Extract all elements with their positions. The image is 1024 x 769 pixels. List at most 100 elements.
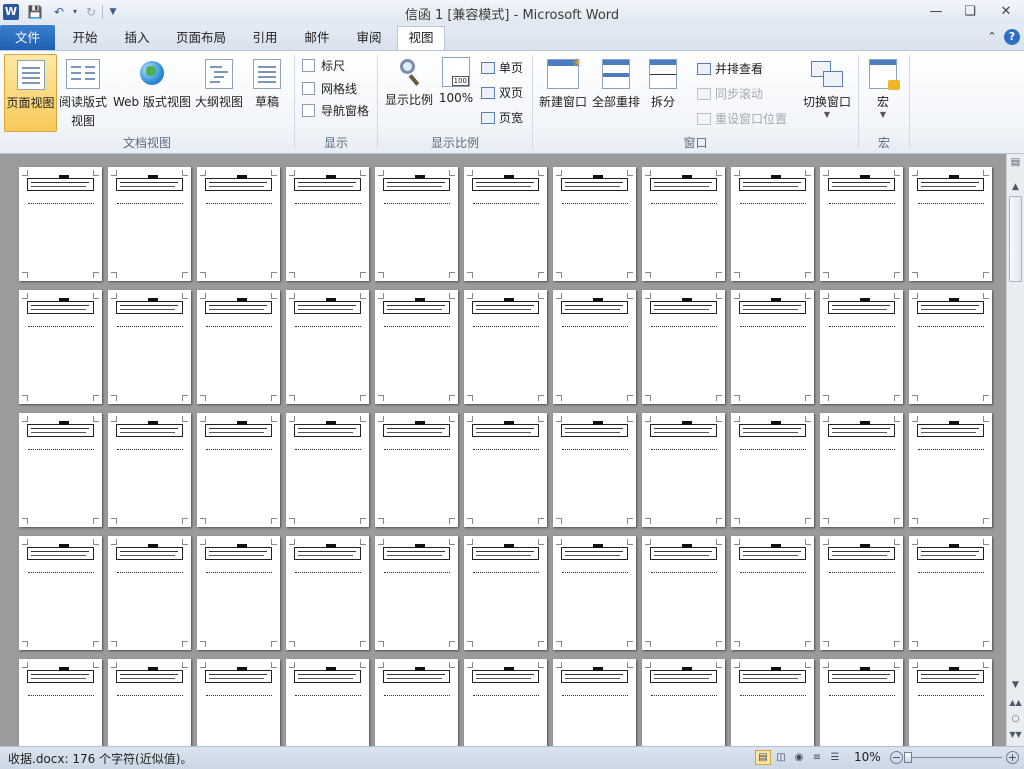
browse-object-icon[interactable]: ○ xyxy=(1009,712,1022,726)
tab-file[interactable]: 文件 xyxy=(0,25,55,50)
outline-view-icon[interactable]: ≡ xyxy=(809,750,825,765)
draft-view-icon[interactable]: ☰ xyxy=(827,750,843,765)
page-thumbnail[interactable] xyxy=(553,413,636,527)
tab-home[interactable]: 开始 xyxy=(62,27,108,49)
gridlines-checkbox[interactable]: 网格线 xyxy=(302,80,357,97)
page-thumbnail[interactable] xyxy=(731,167,814,281)
page-thumbnail[interactable] xyxy=(108,659,191,746)
split-button[interactable]: 拆分 xyxy=(642,54,684,132)
web-layout-button[interactable]: Web 版式视图 xyxy=(110,54,194,132)
page-thumbnail[interactable] xyxy=(19,413,102,527)
new-window-button[interactable]: ✳ 新建窗口 xyxy=(536,54,590,132)
page-thumbnail[interactable] xyxy=(464,536,547,650)
page-thumbnail[interactable] xyxy=(820,290,903,404)
page-thumbnail[interactable] xyxy=(553,536,636,650)
page-thumbnail[interactable] xyxy=(197,536,280,650)
zoom-100-button[interactable]: 100 100% xyxy=(437,54,475,132)
minimize-button[interactable]: — xyxy=(922,2,950,22)
full-screen-reading-button[interactable]: 阅读版式 视图 xyxy=(58,54,108,132)
scroll-thumb[interactable] xyxy=(1009,196,1022,282)
tab-view[interactable]: 视图 xyxy=(397,26,445,50)
ruler-toggle-icon[interactable]: ▤ xyxy=(1009,156,1022,170)
page-thumbnail[interactable] xyxy=(286,413,369,527)
macros-button[interactable]: 宏 ▼ xyxy=(864,54,902,132)
page-thumbnail[interactable] xyxy=(375,413,458,527)
close-button[interactable]: ✕ xyxy=(992,2,1020,22)
page-thumbnail[interactable] xyxy=(19,167,102,281)
page-thumbnail[interactable] xyxy=(553,290,636,404)
sync-scroll-button[interactable]: 同步滚动 xyxy=(697,85,763,102)
outline-button[interactable]: 大纲视图 xyxy=(194,54,244,132)
one-page-button[interactable]: 单页 xyxy=(481,59,523,76)
previous-page-icon[interactable]: ▲▲ xyxy=(1009,696,1022,710)
page-thumbnail[interactable] xyxy=(642,413,725,527)
page-thumbnail[interactable] xyxy=(464,290,547,404)
vertical-scrollbar[interactable]: ▤ ▲ ▼ ▲▲ ○ ▼▼ xyxy=(1006,154,1024,746)
draft-button[interactable]: 草稿 xyxy=(248,54,286,132)
zoom-in-icon[interactable]: + xyxy=(1006,751,1019,764)
restore-button[interactable]: ❏ xyxy=(956,2,984,22)
arrange-all-button[interactable]: 全部重排 xyxy=(590,54,642,132)
reading-view-icon[interactable]: ◫ xyxy=(773,750,789,765)
document-info[interactable]: 收据.docx: 176 个字符(近似值)。 xyxy=(8,750,192,767)
next-page-icon[interactable]: ▼▼ xyxy=(1009,728,1022,742)
page-thumbnail[interactable] xyxy=(286,659,369,746)
zoom-slider-knob[interactable] xyxy=(904,752,912,763)
page-thumbnail[interactable] xyxy=(197,167,280,281)
zoom-slider-track[interactable] xyxy=(910,757,1002,758)
page-thumbnail[interactable] xyxy=(197,290,280,404)
page-thumbnail[interactable] xyxy=(909,290,992,404)
page-thumbnail[interactable] xyxy=(19,290,102,404)
page-thumbnail[interactable] xyxy=(731,536,814,650)
collapse-ribbon-icon[interactable]: ⌃ xyxy=(984,29,1000,45)
help-icon[interactable]: ? xyxy=(1004,29,1020,45)
page-thumbnail[interactable] xyxy=(286,167,369,281)
page-thumbnail[interactable] xyxy=(642,659,725,746)
document-canvas[interactable] xyxy=(0,154,1006,746)
page-thumbnail[interactable] xyxy=(909,659,992,746)
scroll-down-icon[interactable]: ▼ xyxy=(1009,678,1022,692)
page-thumbnail[interactable] xyxy=(197,413,280,527)
page-thumbnail[interactable] xyxy=(731,659,814,746)
page-thumbnail[interactable] xyxy=(642,536,725,650)
scroll-up-icon[interactable]: ▲ xyxy=(1009,180,1022,194)
page-thumbnail[interactable] xyxy=(909,536,992,650)
page-thumbnail[interactable] xyxy=(108,290,191,404)
zoom-out-icon[interactable]: − xyxy=(890,751,903,764)
page-thumbnail[interactable] xyxy=(464,413,547,527)
page-thumbnail[interactable] xyxy=(820,536,903,650)
page-width-button[interactable]: 页宽 xyxy=(481,109,523,126)
ruler-checkbox[interactable]: 标尺 xyxy=(302,57,345,74)
page-thumbnail[interactable] xyxy=(108,167,191,281)
two-pages-button[interactable]: 双页 xyxy=(481,84,523,101)
page-thumbnail[interactable] xyxy=(19,659,102,746)
page-thumbnail[interactable] xyxy=(731,290,814,404)
print-layout-button[interactable]: 页面视图 xyxy=(4,54,57,132)
tab-page-layout[interactable]: 页面布局 xyxy=(168,27,234,49)
tab-mailings[interactable]: 邮件 xyxy=(294,27,340,49)
nav-pane-checkbox[interactable]: 导航窗格 xyxy=(302,102,369,119)
reset-window-position-button[interactable]: 重设窗口位置 xyxy=(697,110,787,127)
switch-windows-button[interactable]: 切换窗口 ▼ xyxy=(800,54,854,132)
page-thumbnail[interactable] xyxy=(820,413,903,527)
page-thumbnail[interactable] xyxy=(909,167,992,281)
page-thumbnail[interactable] xyxy=(909,413,992,527)
page-thumbnail[interactable] xyxy=(108,413,191,527)
page-thumbnail[interactable] xyxy=(731,413,814,527)
page-thumbnail[interactable] xyxy=(553,167,636,281)
page-thumbnail[interactable] xyxy=(464,167,547,281)
web-view-icon[interactable]: ◉ xyxy=(791,750,807,765)
page-thumbnail[interactable] xyxy=(553,659,636,746)
page-thumbnail[interactable] xyxy=(286,536,369,650)
page-thumbnail[interactable] xyxy=(375,536,458,650)
tab-review[interactable]: 审阅 xyxy=(346,27,392,49)
page-thumbnail[interactable] xyxy=(286,290,369,404)
page-thumbnail[interactable] xyxy=(108,536,191,650)
tab-references[interactable]: 引用 xyxy=(242,27,288,49)
tab-insert[interactable]: 插入 xyxy=(114,27,160,49)
page-thumbnail[interactable] xyxy=(19,536,102,650)
zoom-level[interactable]: 10% xyxy=(854,750,881,764)
page-thumbnail[interactable] xyxy=(820,167,903,281)
page-thumbnail[interactable] xyxy=(464,659,547,746)
view-side-by-side-button[interactable]: 并排查看 xyxy=(697,60,763,77)
